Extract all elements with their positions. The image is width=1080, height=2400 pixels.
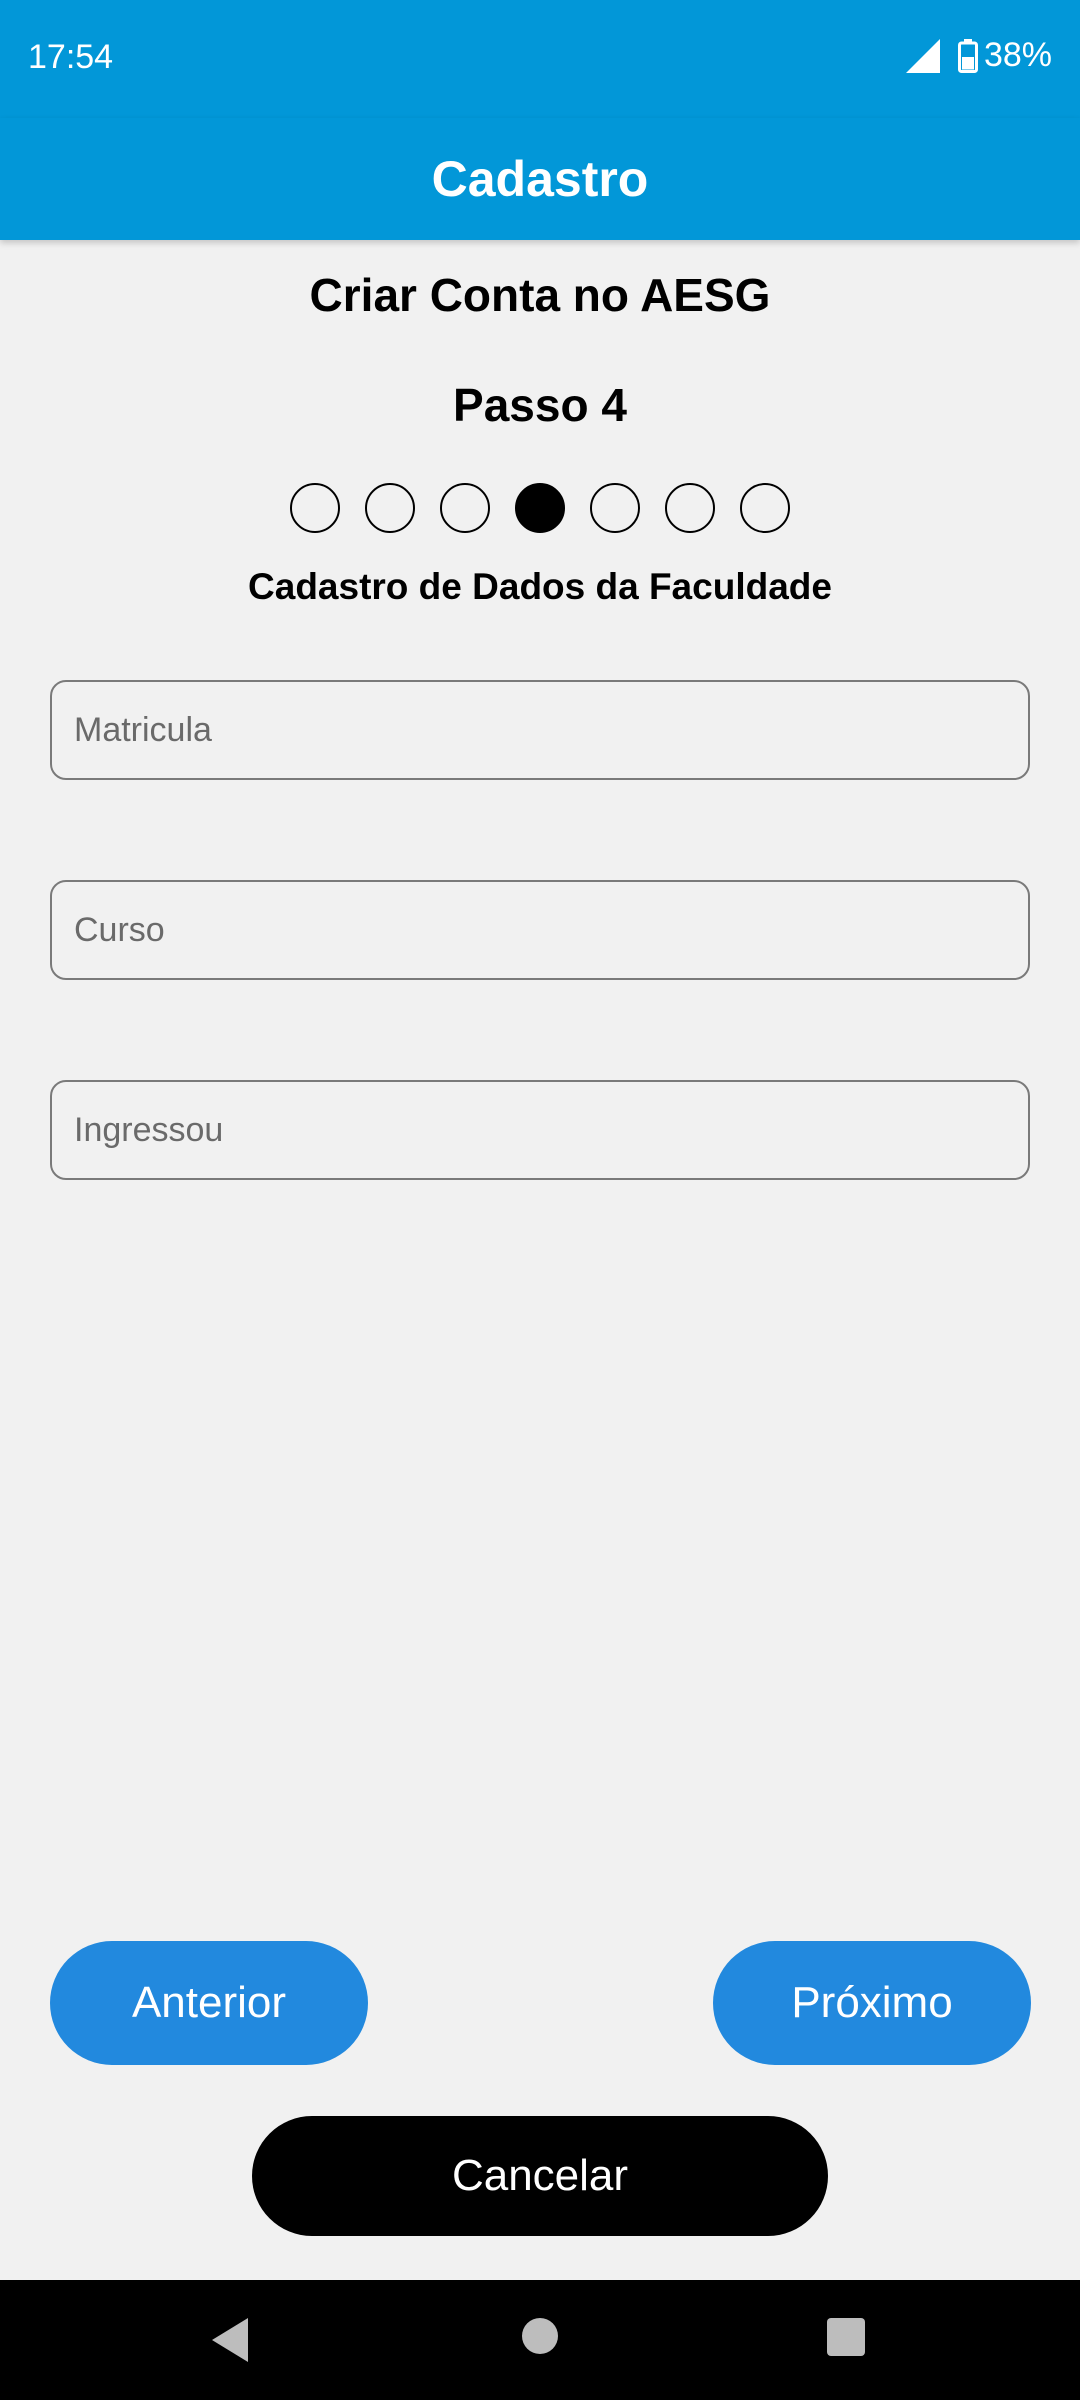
cancel-button[interactable]: Cancelar [252, 2116, 828, 2236]
course-input[interactable] [50, 880, 1030, 980]
step-dot-1 [290, 483, 340, 533]
registration-input[interactable] [50, 680, 1030, 780]
signal-icon [905, 38, 940, 73]
back-icon[interactable] [208, 2316, 252, 2364]
step-label: Passo 4 [453, 379, 627, 431]
section-title: Cadastro de Dados da Faculdade [248, 566, 832, 607]
step-dot-5 [590, 483, 640, 533]
step-dot-4 [515, 483, 565, 533]
previous-button[interactable]: Anterior [50, 1941, 368, 2065]
status-bar: 17:54 38% [0, 0, 1080, 118]
step-dot-6 [665, 483, 715, 533]
step-indicator [290, 483, 790, 535]
recent-apps-icon[interactable] [827, 2318, 865, 2356]
enrolled-input[interactable] [50, 1080, 1030, 1180]
page-heading: Criar Conta no AESG [309, 269, 771, 321]
step-dot-3 [440, 483, 490, 533]
status-indicators: 38% [905, 36, 1052, 75]
next-button[interactable]: Próximo [713, 1941, 1031, 2065]
step-dot-7 [740, 483, 790, 533]
home-icon[interactable] [522, 2318, 558, 2354]
status-time: 17:54 [28, 38, 114, 76]
system-nav-bar [0, 2280, 1080, 2400]
app-title: Cadastro [431, 151, 649, 207]
app-bar: Cadastro [0, 118, 1080, 240]
battery-level: 38% [983, 36, 1052, 74]
battery-icon [957, 38, 978, 73]
step-dot-2 [365, 483, 415, 533]
